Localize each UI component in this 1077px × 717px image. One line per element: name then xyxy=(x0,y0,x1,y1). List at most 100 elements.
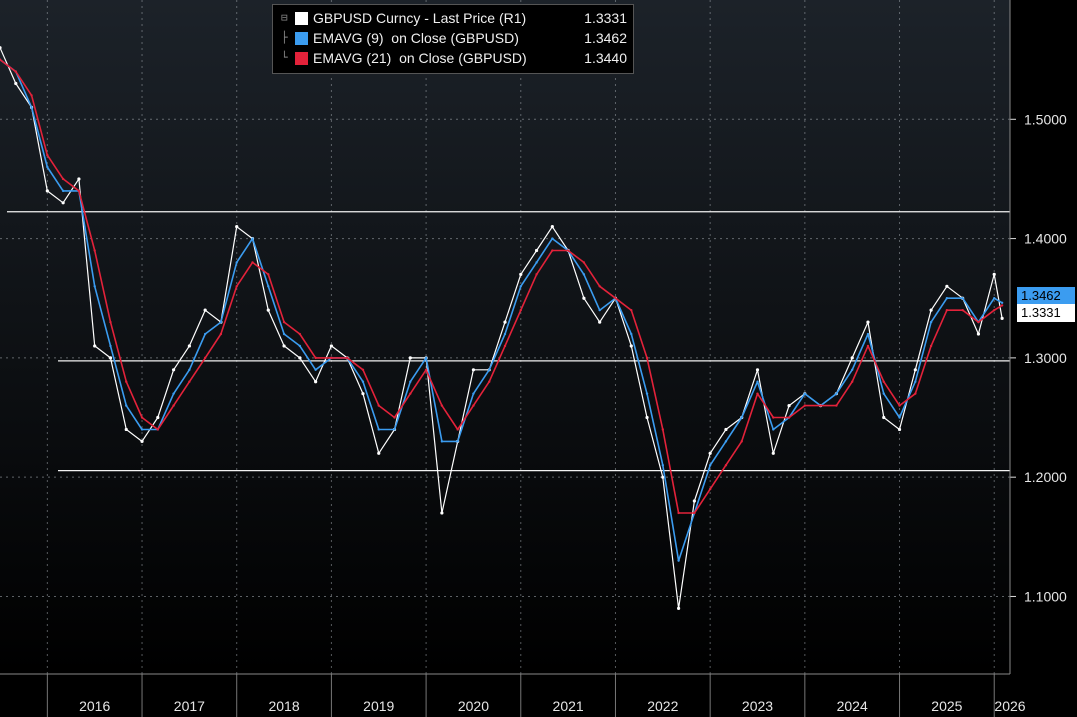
data-point-ema9 xyxy=(282,332,286,336)
data-point-ema21 xyxy=(219,332,223,336)
data-point-ema9 xyxy=(93,285,96,288)
x-tick-label: 2018 xyxy=(268,698,299,714)
data-point-ema9 xyxy=(393,428,396,431)
data-point-ema9 xyxy=(898,416,901,419)
x-tick-label: 2020 xyxy=(458,698,489,714)
data-point-price xyxy=(503,320,507,324)
data-point-price xyxy=(235,225,239,229)
data-point-price xyxy=(913,368,917,372)
data-point-ema21 xyxy=(140,416,144,419)
data-point-price xyxy=(534,248,539,253)
data-point-ema9 xyxy=(30,106,33,109)
legend-label: EMAVG (9) on Close (GBPUSD) xyxy=(313,30,519,46)
data-point-ema21 xyxy=(772,416,775,419)
y-tick-label: 1.1000 xyxy=(1024,588,1067,604)
data-point-ema9 xyxy=(424,356,428,360)
tree-branch-icon: ├ xyxy=(281,31,288,44)
data-point-ema9 xyxy=(440,440,444,443)
data-point-ema21 xyxy=(724,464,728,467)
data-point-ema21 xyxy=(472,404,475,407)
data-point-ema9 xyxy=(961,297,964,300)
data-point-price xyxy=(171,368,176,372)
data-point-ema21 xyxy=(929,344,933,348)
data-point-ema21 xyxy=(30,94,33,97)
data-point-price xyxy=(14,81,18,86)
legend-label: EMAVG (21) on Close (GBPUSD) xyxy=(313,50,527,66)
data-point-price xyxy=(897,427,902,432)
data-point-ema9 xyxy=(172,392,175,395)
data-point-ema9 xyxy=(993,297,996,300)
data-point-ema21 xyxy=(361,368,365,372)
data-point-ema21 xyxy=(914,392,917,395)
data-point-ema9 xyxy=(929,320,933,324)
collapse-icon[interactable]: ⊟ xyxy=(281,8,295,28)
data-point-ema21 xyxy=(756,392,759,395)
y-tick-label: 1.2000 xyxy=(1024,469,1067,485)
legend-item-ema9: ├ EMAVG (9) on Close (GBPUSD) 1.3462 xyxy=(281,28,627,48)
data-point-price xyxy=(676,606,681,610)
data-point-price xyxy=(692,499,696,503)
data-point-price xyxy=(408,356,412,360)
data-point-ema9 xyxy=(582,273,586,276)
data-point-ema9 xyxy=(488,368,491,372)
data-point-ema9 xyxy=(914,380,917,383)
data-point-ema9 xyxy=(472,392,475,395)
data-point-price xyxy=(629,344,633,348)
legend: ⊟ GBPUSD Curncy - Last Price (R1) 1.3331… xyxy=(272,4,634,74)
data-point-price xyxy=(882,415,886,420)
legend-value: 1.3331 xyxy=(584,10,627,26)
last-price-tag: 1.3331 xyxy=(1017,304,1075,322)
data-point-ema9 xyxy=(314,368,317,372)
x-tick-label: 2019 xyxy=(363,698,394,714)
chart: 1.5000 1.4000 1.3000 1.2000 1.1000 2016 2017 20… xyxy=(0,0,1067,717)
data-point-ema21 xyxy=(109,320,112,324)
x-tick-label: 2021 xyxy=(553,698,584,714)
legend-item-price: ⊟ GBPUSD Curncy - Last Price (R1) 1.3331 xyxy=(281,8,627,28)
data-point-price xyxy=(156,415,160,420)
tree-branch-icon: └ xyxy=(281,51,288,64)
data-point-ema21 xyxy=(993,308,996,312)
data-point-ema9 xyxy=(850,368,854,372)
data-point-price xyxy=(314,380,318,384)
data-point-price xyxy=(976,332,981,336)
y-tick-label: 1.3000 xyxy=(1024,350,1067,366)
data-point-ema21 xyxy=(409,392,412,395)
data-point-ema9 xyxy=(188,368,191,372)
data-point-ema21 xyxy=(314,356,317,360)
data-point-ema21 xyxy=(46,153,49,157)
data-point-price xyxy=(45,189,49,193)
data-point-ema21 xyxy=(551,249,554,252)
data-point-price xyxy=(377,451,381,455)
data-point-ema9 xyxy=(46,165,49,169)
legend-value: 1.3440 xyxy=(584,50,627,66)
y-tick-label: 1.4000 xyxy=(1024,231,1067,247)
data-point-ema21 xyxy=(77,189,81,193)
legend-swatch-ema9 xyxy=(295,31,308,45)
data-point-ema9 xyxy=(125,404,128,407)
data-point-price xyxy=(124,427,128,432)
data-point-ema21 xyxy=(708,487,712,491)
data-point-ema9 xyxy=(661,464,665,467)
data-point-ema21 xyxy=(345,356,349,360)
data-point-ema21 xyxy=(1000,304,1004,307)
data-point-price xyxy=(298,356,302,360)
data-point-price xyxy=(203,308,207,312)
legend-item-ema21: └ EMAVG (21) on Close (GBPUSD) 1.3440 xyxy=(281,48,627,68)
data-point-ema21 xyxy=(298,332,302,336)
x-tick-label: 2022 xyxy=(647,698,678,714)
data-point-ema9 xyxy=(267,285,270,288)
data-point-price xyxy=(929,308,933,312)
data-point-ema21 xyxy=(203,356,207,360)
data-point-price xyxy=(582,296,586,300)
ema9-price-tag: 1.3462 xyxy=(1017,287,1075,305)
data-point-ema21 xyxy=(898,404,901,407)
x-tick-label: 2026 xyxy=(994,698,1025,714)
data-point-price xyxy=(471,368,476,372)
data-point-ema21 xyxy=(377,404,380,407)
data-point-ema21 xyxy=(630,308,633,312)
data-point-ema9 xyxy=(235,261,238,264)
data-point-price xyxy=(992,272,996,276)
data-point-price xyxy=(550,225,554,229)
data-point-ema21 xyxy=(740,440,743,443)
data-point-ema9 xyxy=(361,380,365,383)
